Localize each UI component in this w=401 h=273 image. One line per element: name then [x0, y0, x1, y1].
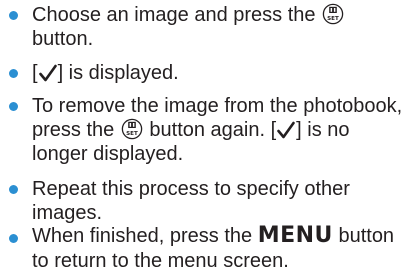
item-line: When finished, press the MENU button	[32, 224, 394, 248]
item-text: button.	[32, 28, 94, 50]
item-line: Repeat this process to specify other	[32, 177, 350, 201]
svg-text:SET: SET	[327, 16, 339, 22]
item-text: Repeat this process to specify other	[32, 178, 350, 200]
item-line: press the SET button again. [ ] is no	[32, 118, 350, 142]
item-line: longer displayed.	[32, 142, 183, 166]
bullet-icon	[9, 102, 18, 111]
item-text: To remove the image from the photobook,	[32, 95, 401, 117]
item-text: button again. [	[149, 119, 277, 141]
item-line: [] is displayed.	[32, 61, 179, 85]
item-text: Choose an image and press the	[32, 4, 316, 26]
item-text: ] is no	[296, 119, 350, 141]
item-text: to return to the menu screen.	[32, 250, 289, 272]
bullet-icon	[9, 185, 18, 194]
item-line: Choose an image and press the SET	[32, 3, 345, 27]
func-set-button-icon: SET	[322, 3, 344, 25]
bullet-icon	[9, 11, 18, 20]
item-line: to return to the menu screen.	[32, 249, 289, 273]
instruction-list: Choose an image and press the SET button…	[0, 0, 401, 273]
item-line: button.	[32, 27, 93, 51]
item-text: images.	[32, 202, 103, 224]
item-text: press the	[32, 119, 115, 141]
item-text: button	[338, 225, 395, 247]
menu-button-label: MENU	[257, 223, 333, 248]
bullet-icon	[9, 69, 18, 78]
item-line: images.	[32, 201, 102, 225]
checkmark-icon	[38, 63, 58, 83]
func-set-button-icon: SET	[121, 118, 143, 140]
item-text: longer displayed.	[32, 143, 184, 165]
item-line: To remove the image from the photobook,	[32, 94, 401, 118]
bullet-icon	[9, 234, 18, 243]
item-text: ] is displayed.	[57, 62, 179, 84]
svg-text:SET: SET	[126, 131, 138, 137]
checkmark-icon	[276, 120, 296, 140]
item-text: When finished, press the	[32, 225, 253, 247]
